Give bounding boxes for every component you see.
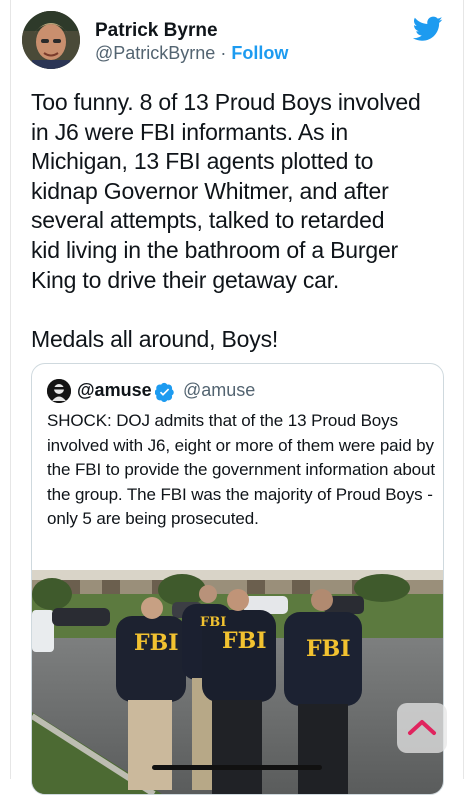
quoted-photo[interactable]: FBI FBI FBI FBI [32, 570, 443, 794]
author-handle[interactable]: @PatrickByrne [95, 43, 215, 63]
fbi-label: FBI [306, 636, 351, 662]
quoted-name: @amuse [77, 380, 152, 400]
quoted-handle: @amuse [183, 380, 256, 400]
tweet-text: Too funny. 8 of 13 Proud Boys involved i… [31, 89, 421, 352]
quoted-text: SHOCK: DOJ admits that of the 13 Proud B… [47, 411, 436, 528]
author-handle-line: @PatrickByrne · Follow [95, 43, 288, 64]
fbi-label: FBI [134, 630, 179, 656]
handle-separator: · [220, 43, 227, 63]
quoted-tweet[interactable]: @amuse @amuse SHOCK: DOJ admits that of … [31, 363, 444, 795]
follow-button[interactable]: Follow [231, 43, 288, 63]
chevron-up-icon [408, 720, 436, 735]
home-indicator [152, 765, 322, 770]
author-name[interactable]: Patrick Byrne [95, 20, 218, 42]
author-avatar[interactable] [22, 11, 80, 69]
fbi-label: FBI [222, 628, 267, 654]
quoted-avatar [47, 379, 71, 403]
scroll-to-top-button[interactable] [397, 703, 447, 753]
verified-badge-icon [155, 382, 174, 402]
twitter-bird-icon[interactable] [413, 16, 443, 42]
